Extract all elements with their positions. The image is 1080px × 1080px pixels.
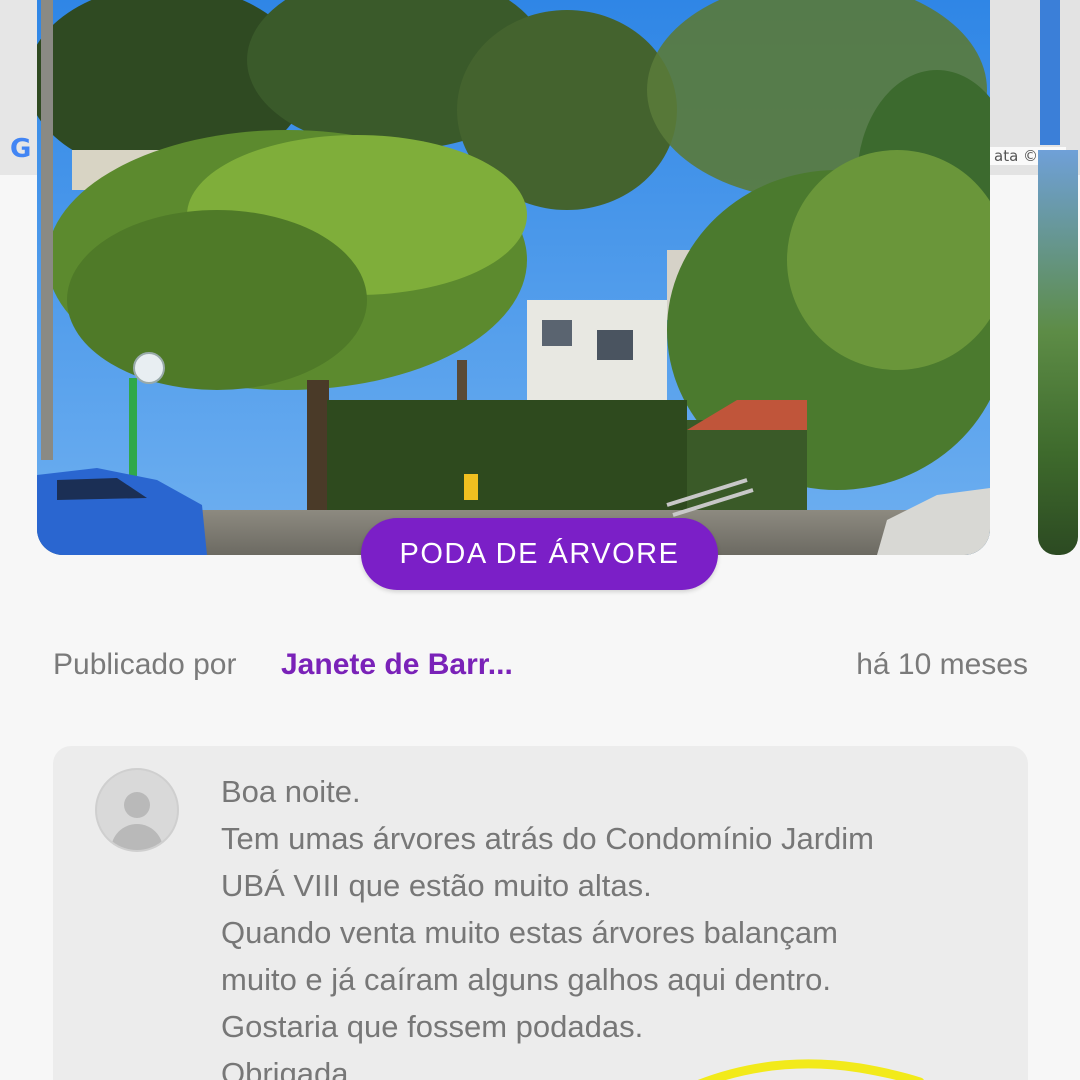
map-road — [1040, 0, 1060, 145]
report-description-text: Boa noite. Tem umas árvores atrás do Con… — [221, 768, 1011, 1080]
avatar-body — [111, 824, 163, 850]
published-by-label: Publicado por — [53, 648, 237, 681]
report-description-card: Boa noite. Tem umas árvores atrás do Con… — [53, 746, 1028, 1080]
report-detail-screen: G ata ©2 5 PODA DE ÁRVORE Publicado por … — [0, 0, 1080, 1080]
description-line: Tem umas árvores atrás do Condomínio Jar… — [221, 821, 874, 856]
user-avatar-icon — [95, 768, 179, 852]
report-photo[interactable] — [37, 0, 990, 555]
highlight-stroke — [697, 1059, 925, 1080]
map-preview-left[interactable]: G — [0, 0, 38, 175]
avatar-head — [124, 792, 150, 818]
author-name-link[interactable]: Janete de Barr... — [281, 648, 513, 682]
description-line: muito e já caíram alguns galhos aqui den… — [221, 962, 832, 997]
category-badge: PODA DE ÁRVORE — [361, 518, 718, 590]
next-photo-card[interactable] — [1038, 150, 1078, 555]
google-logo: G — [10, 134, 32, 164]
post-time: há 10 meses — [856, 648, 1028, 681]
description-line: Gostaria que fossem podadas. — [221, 1009, 644, 1044]
map-preview-right[interactable]: ata ©2 5 — [990, 0, 1080, 175]
tree-photo — [37, 0, 990, 555]
description-line: Quando venta muito estas árvores balança… — [221, 915, 838, 950]
description-line: UBÁ VIII que estão muito altas. — [221, 868, 652, 903]
post-meta: Publicado por Janete de Barr... há 10 me… — [53, 648, 1028, 692]
description-line: Boa noite. — [221, 774, 361, 809]
